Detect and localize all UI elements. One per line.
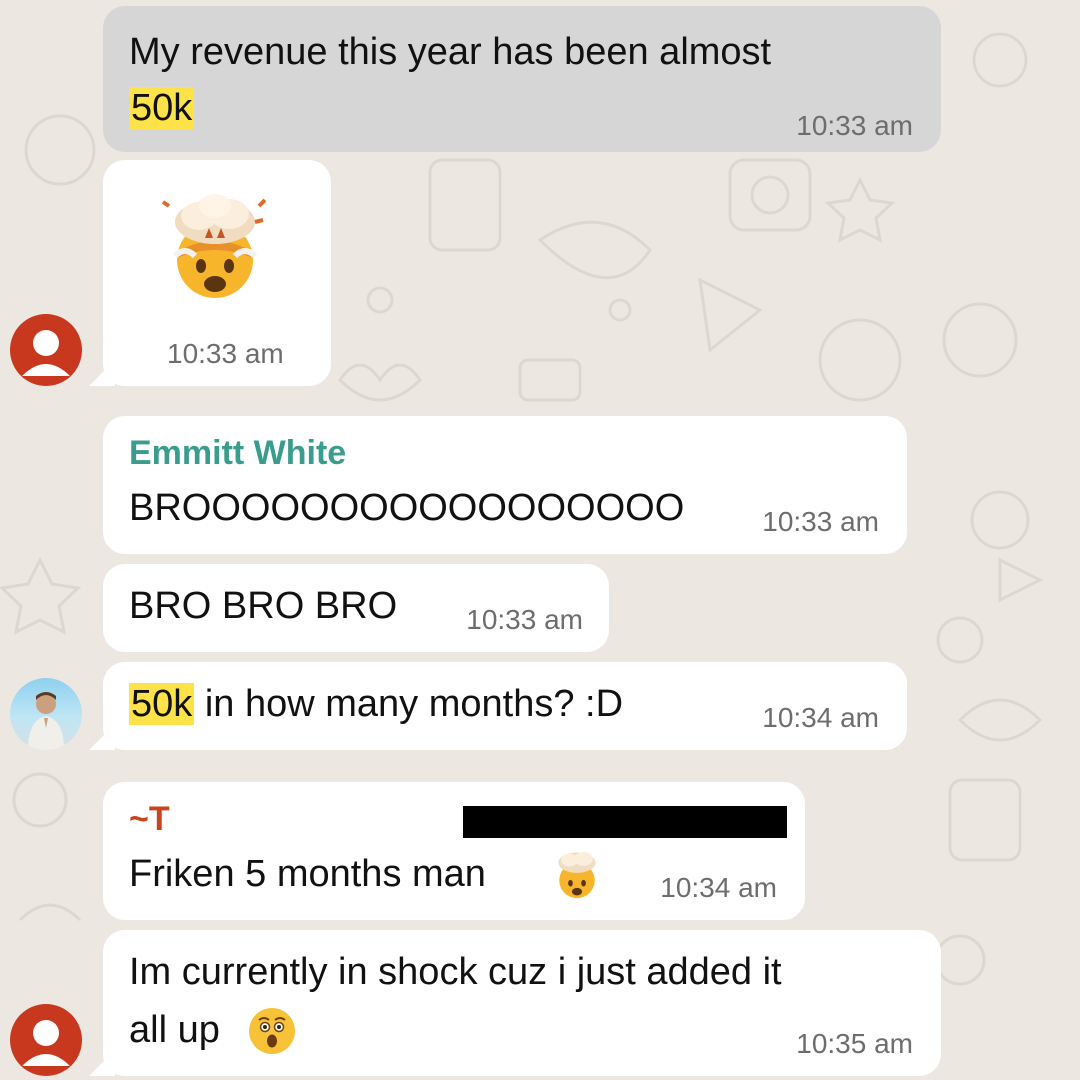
exploding-head-emoji-icon bbox=[558, 851, 596, 899]
message-timestamp: 10:35 am bbox=[796, 1028, 913, 1059]
avatar[interactable] bbox=[10, 678, 82, 750]
astonished-face-emoji-icon bbox=[249, 1008, 295, 1054]
message-text: Im currently in shock cuz i just added i… bbox=[129, 951, 782, 993]
message-text: My revenue this year has been almost bbox=[129, 31, 772, 73]
message-bubble[interactable]: Im currently in shock cuz i just added i… bbox=[103, 930, 941, 1076]
message-text: 50k in how many months? :D bbox=[129, 683, 624, 725]
profile-photo bbox=[28, 692, 64, 750]
message-timestamp: 10:33 am bbox=[466, 604, 583, 635]
user-silhouette-icon bbox=[22, 330, 70, 376]
exploding-head-emoji-icon bbox=[161, 194, 267, 298]
message-timestamp: 10:33 am bbox=[762, 506, 879, 537]
avatar[interactable] bbox=[10, 314, 82, 386]
highlighted-text: 50k bbox=[129, 87, 195, 129]
message-bubble[interactable]: BRO BRO BRO 10:33 am bbox=[103, 564, 609, 652]
highlighted-text: 50k bbox=[129, 683, 195, 725]
message-text: 50k bbox=[129, 80, 195, 136]
message-text: Friken 5 months man bbox=[129, 853, 486, 895]
avatar[interactable] bbox=[10, 1004, 82, 1076]
message-text: all up bbox=[129, 1009, 220, 1051]
sender-name[interactable]: ~T bbox=[129, 800, 170, 839]
redacted-phone-number bbox=[463, 806, 787, 838]
message-bubble[interactable]: My revenue this year has been almost 50k… bbox=[103, 6, 941, 152]
message-timestamp: 10:33 am bbox=[796, 110, 913, 141]
user-silhouette-icon bbox=[22, 1020, 70, 1066]
message-timestamp: 10:34 am bbox=[762, 702, 879, 733]
message-bubble[interactable]: Emmitt White BROOOOOOOOOOOOOOOOO 10:33 a… bbox=[103, 416, 907, 554]
message-timestamp: 10:33 am bbox=[167, 338, 284, 369]
message-text: BRO BRO BRO bbox=[129, 585, 398, 627]
message-bubble[interactable]: ~T Friken 5 months man 10:34 am bbox=[103, 782, 805, 920]
message-bubble[interactable]: 10:33 am bbox=[103, 160, 331, 386]
message-text: BROOOOOOOOOOOOOOOOO bbox=[129, 487, 685, 529]
sender-name[interactable]: Emmitt White bbox=[129, 434, 346, 473]
message-bubble[interactable]: 50k in how many months? :D 10:34 am bbox=[103, 662, 907, 750]
message-timestamp: 10:34 am bbox=[660, 872, 777, 903]
